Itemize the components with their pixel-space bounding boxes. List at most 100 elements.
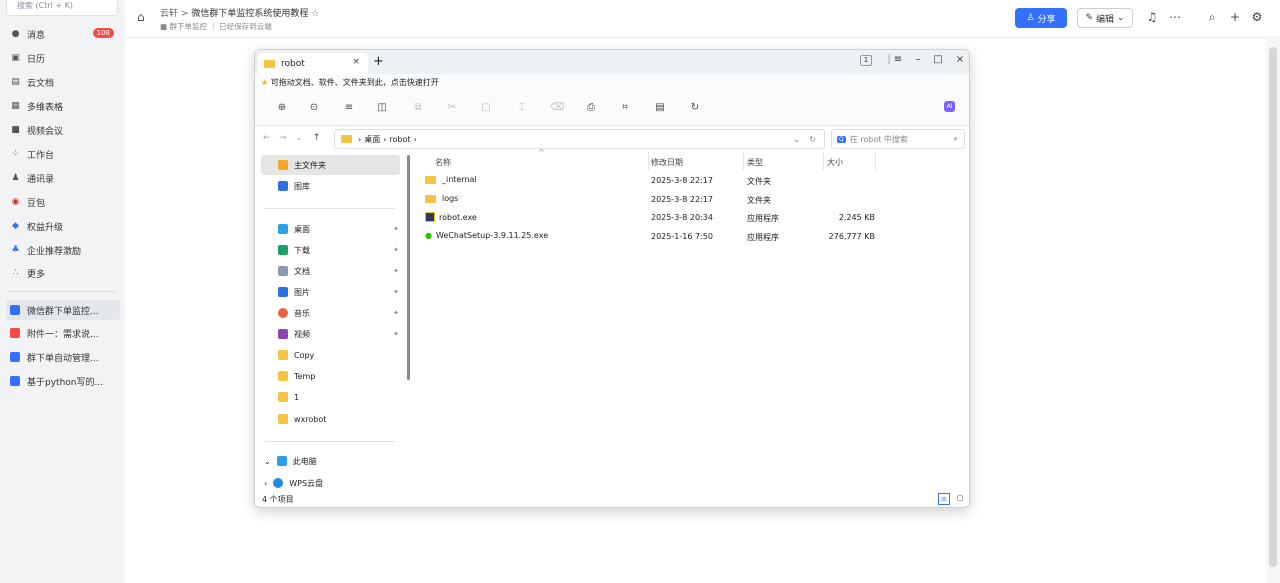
column-divider[interactable] bbox=[823, 152, 824, 170]
refresh-icon[interactable]: ↻ bbox=[688, 101, 702, 115]
nav-music[interactable]: 音乐 ✦ bbox=[261, 303, 400, 323]
column-type[interactable]: 类型 bbox=[747, 157, 763, 168]
file-row[interactable]: logs 2025-3-8 22:17 文件夹 bbox=[413, 191, 963, 209]
close-tab-icon[interactable]: × bbox=[352, 57, 360, 67]
bell-icon[interactable]: ♫ bbox=[1144, 9, 1160, 25]
sidebar-item-workplace[interactable]: ⁘ 工作台 bbox=[10, 143, 120, 165]
back-arrow-icon[interactable]: ← bbox=[263, 133, 271, 143]
view-options-icon[interactable]: ≡ bbox=[342, 101, 356, 115]
sidebar-item-contacts[interactable]: ♟ 通讯录 bbox=[10, 167, 120, 189]
copy-icon[interactable]: ⧉ bbox=[411, 101, 425, 115]
path-segment-robot[interactable]: robot bbox=[389, 135, 410, 144]
sidebar-item-calendar[interactable]: ▣ 日历 bbox=[10, 47, 120, 69]
nav-videos[interactable]: 视频 ✦ bbox=[261, 324, 400, 344]
plus-icon[interactable]: + bbox=[1227, 9, 1243, 25]
new-item-icon[interactable]: ⊕ bbox=[275, 101, 289, 115]
edit-mode-button[interactable]: ✎ 编辑 ⌄ bbox=[1077, 8, 1133, 28]
file-row[interactable]: _internal 2025-3-8 22:17 文件夹 bbox=[413, 172, 963, 190]
sidebar-item-label: 工作台 bbox=[27, 150, 55, 161]
share-button[interactable]: ♙ 分享 bbox=[1015, 8, 1067, 28]
sidebar-item-base[interactable]: ▦ 多维表格 bbox=[10, 95, 120, 117]
nav-desktop[interactable]: 桌面 ✦ bbox=[261, 219, 400, 239]
sidebar-item-more[interactable]: ∴ 更多 bbox=[10, 262, 120, 284]
screen-capture-icon[interactable]: ⎙ bbox=[584, 101, 598, 115]
note-icon[interactable]: ▤ bbox=[653, 101, 667, 115]
column-divider[interactable] bbox=[648, 152, 649, 170]
nav-pictures[interactable]: 图片 ✦ bbox=[261, 282, 400, 302]
nav-documents[interactable]: 文档 ✦ bbox=[261, 261, 400, 281]
nav-gallery[interactable]: 图库 bbox=[261, 176, 400, 196]
crop-icon[interactable]: ⌗ bbox=[618, 101, 632, 115]
column-name[interactable]: 名称 bbox=[435, 157, 451, 168]
file-row[interactable]: ● WeChatSetup-3.9.11.25.exe 2025-1-16 7:… bbox=[413, 228, 963, 246]
path-segment-desktop[interactable]: 桌面 bbox=[364, 134, 380, 145]
address-refresh-icon[interactable]: ↻ bbox=[809, 135, 816, 144]
column-divider[interactable] bbox=[743, 152, 744, 170]
recent-doc-item[interactable]: 群下单自动管理... bbox=[10, 347, 118, 367]
nav-folder-wxrobot[interactable]: wxrobot bbox=[261, 409, 400, 429]
sidebar-item-label: 视频会议 bbox=[27, 126, 64, 137]
recent-doc-item[interactable]: 微信群下单监控... bbox=[6, 300, 120, 320]
folder-search-input[interactable]: Q 在 robot 中搜索 ⌕ bbox=[831, 129, 965, 149]
history-icon[interactable]: ⊙ bbox=[307, 101, 321, 115]
sidebar-item-cloud-docs[interactable]: ▤ 云文档 bbox=[10, 71, 120, 93]
ai-icon[interactable]: AI bbox=[944, 101, 955, 112]
nav-folder-1[interactable]: 1 bbox=[261, 387, 400, 407]
desktop-icon bbox=[278, 224, 288, 234]
sidebar-item-upgrade[interactable]: ◆ 权益升级 bbox=[10, 215, 120, 237]
paste-icon[interactable]: ▢ bbox=[479, 101, 493, 115]
sidebar-item-messages[interactable]: ● 消息 108 bbox=[10, 23, 120, 45]
history-down-icon[interactable]: ⌄ bbox=[295, 133, 303, 143]
save-status: 已经保存到云端 bbox=[219, 22, 272, 31]
gift-people-icon: ♣ bbox=[11, 245, 20, 255]
recent-doc-item[interactable]: 附件一：需求说... bbox=[10, 323, 118, 343]
nav-label: 此电脑 bbox=[292, 456, 317, 466]
search-icon[interactable]: ⌕ bbox=[1204, 9, 1220, 25]
new-tab-icon[interactable]: + bbox=[373, 54, 384, 69]
breadcrumb-root[interactable]: 云轩 bbox=[160, 9, 178, 19]
column-size[interactable]: 大小 bbox=[827, 157, 843, 168]
column-date[interactable]: 修改日期 bbox=[651, 157, 683, 168]
explorer-tab[interactable]: robot × bbox=[258, 53, 368, 74]
rename-icon[interactable]: ⌶ bbox=[515, 101, 529, 115]
path-separator: › bbox=[358, 134, 362, 144]
address-bar[interactable]: › 桌面 › robot › ⌄ ↻ bbox=[334, 129, 825, 149]
address-dropdown-icon[interactable]: ⌄ bbox=[793, 135, 800, 144]
forward-arrow-icon[interactable]: → bbox=[279, 133, 287, 143]
nav-scrollbar[interactable] bbox=[407, 155, 410, 380]
up-arrow-icon[interactable]: ↑ bbox=[313, 133, 321, 143]
nav-folder-copy[interactable]: Copy bbox=[261, 345, 400, 365]
delete-icon[interactable]: ⌫ bbox=[550, 101, 564, 115]
details-view-icon[interactable]: ≡ bbox=[938, 493, 950, 505]
search-input[interactable]: 搜索 (Ctrl + K) bbox=[6, 0, 118, 16]
minimize-icon[interactable]: – bbox=[911, 54, 925, 65]
sidebar-item-meetings[interactable]: ■ 视频会议 bbox=[10, 119, 120, 141]
gear-icon[interactable]: ⚙ bbox=[1249, 9, 1265, 25]
cut-icon[interactable]: ✂ bbox=[445, 101, 459, 115]
page-scrollbar[interactable] bbox=[1266, 39, 1280, 583]
doc-folder[interactable]: 群下单监控 bbox=[169, 22, 207, 31]
recent-doc-item[interactable]: 基于python写的... bbox=[10, 371, 118, 391]
home-icon[interactable]: ⌂ bbox=[137, 10, 151, 24]
nav-this-pc[interactable]: ⌄ 此电脑 bbox=[261, 451, 400, 471]
sidebar-item-doubao[interactable]: ◉ 豆包 bbox=[10, 191, 120, 213]
nav-downloads[interactable]: 下载 ✦ bbox=[261, 240, 400, 260]
maximize-icon[interactable]: □ bbox=[931, 54, 945, 65]
tiles-view-icon[interactable]: ▢ bbox=[954, 493, 966, 505]
sidebar-item-label: 企业推荐激励 bbox=[27, 246, 82, 257]
close-window-icon[interactable]: × bbox=[953, 54, 967, 65]
column-divider[interactable] bbox=[875, 152, 876, 170]
nav-home[interactable]: 主文件夹 bbox=[261, 155, 400, 175]
star-icon[interactable]: ☆ bbox=[311, 9, 319, 19]
more-horizontal-icon[interactable]: ⋯ bbox=[1167, 9, 1183, 25]
menu-icon[interactable]: ≡ bbox=[891, 54, 905, 65]
details-pane-icon[interactable]: ◫ bbox=[375, 101, 389, 115]
window-count-badge[interactable]: 1 bbox=[860, 55, 872, 66]
file-row[interactable]: robot.exe 2025-3-8 20:34 应用程序 2,245 KB bbox=[413, 209, 963, 227]
nav-wps-cloud[interactable]: › WPS云盘 bbox=[261, 473, 400, 493]
scrollbar-thumb[interactable] bbox=[1269, 47, 1277, 567]
nav-folder-temp[interactable]: Temp bbox=[261, 366, 400, 386]
search-scope-icon: Q bbox=[837, 135, 846, 143]
pin-icon: ✦ bbox=[393, 330, 399, 338]
sidebar-item-referral[interactable]: ♣ 企业推荐激励 bbox=[10, 239, 120, 261]
